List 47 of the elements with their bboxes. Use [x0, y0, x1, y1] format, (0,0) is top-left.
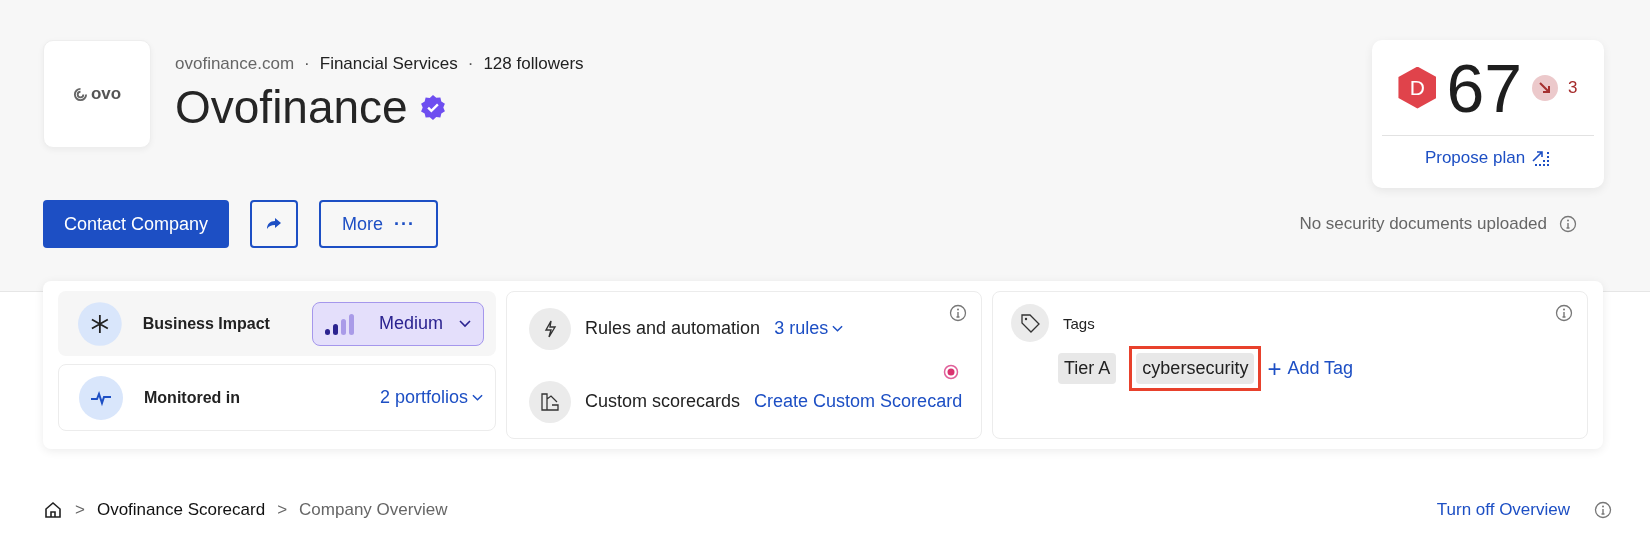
- breadcrumb-separator: >: [277, 500, 288, 520]
- portfolios-dropdown[interactable]: 2 portfolios: [379, 387, 483, 408]
- pulse-icon: [79, 375, 123, 420]
- company-domain: ovofinance.com: [175, 54, 295, 74]
- separator-dot: ·: [304, 54, 310, 74]
- contact-company-button[interactable]: Contact Company: [43, 200, 230, 248]
- score-value: 67: [1446, 48, 1523, 127]
- add-tag-button[interactable]: + Add Tag: [1267, 354, 1354, 383]
- security-documents-status: No security documents uploaded: [1299, 214, 1547, 234]
- company-name: Ovofinance: [175, 80, 408, 134]
- info-icon[interactable]: [949, 304, 967, 322]
- lightning-icon: [529, 307, 571, 350]
- chevron-down-icon: [472, 393, 483, 402]
- home-icon[interactable]: [43, 500, 63, 520]
- monitored-in-label: Monitored in: [144, 388, 240, 407]
- separator-dot: ·: [467, 54, 474, 74]
- create-scorecard-link[interactable]: Create Custom Scorecard: [754, 391, 963, 412]
- chevron-down-icon: [459, 319, 471, 328]
- breadcrumb-link[interactable]: Ovofinance Scorecard: [96, 500, 266, 520]
- rules-label: Rules and automation: [585, 318, 761, 339]
- tag-chip[interactable]: cybersecurity: [1136, 353, 1255, 384]
- impact-dropdown[interactable]: Medium: [311, 301, 484, 346]
- tag-icon: [1011, 304, 1049, 342]
- asterisk-icon: [78, 301, 122, 346]
- info-icon[interactable]: [1559, 215, 1577, 233]
- tags-label: Tags: [1063, 314, 1095, 332]
- rules-dropdown[interactable]: 3 rules: [774, 318, 844, 339]
- share-button[interactable]: [250, 200, 299, 248]
- chevron-down-icon: [832, 324, 844, 333]
- business-impact-label: Business Impact: [142, 314, 270, 333]
- propose-plan-link[interactable]: Propose plan: [1424, 148, 1552, 168]
- swatch-icon: [529, 380, 571, 423]
- info-icon[interactable]: [1555, 304, 1573, 322]
- follower-count: 128 followers: [483, 54, 584, 74]
- breadcrumb-link[interactable]: Company Overview: [299, 500, 448, 520]
- plan-chart-icon: [1531, 149, 1552, 167]
- swirl-icon: [72, 86, 88, 102]
- industry-label: Financial Services: [319, 54, 458, 74]
- logo-text: ovo: [90, 84, 122, 104]
- info-icon[interactable]: [1594, 501, 1612, 519]
- more-button[interactable]: More ···: [319, 200, 439, 248]
- custom-scorecards-label: Custom scorecards: [585, 391, 741, 412]
- score-change: 3: [1568, 77, 1578, 98]
- tag-chip[interactable]: Tier A: [1058, 353, 1117, 384]
- breadcrumb-separator: >: [75, 500, 85, 520]
- turn-off-overview-link[interactable]: Turn off Overview: [1436, 500, 1570, 520]
- grade-badge: D: [1398, 66, 1437, 109]
